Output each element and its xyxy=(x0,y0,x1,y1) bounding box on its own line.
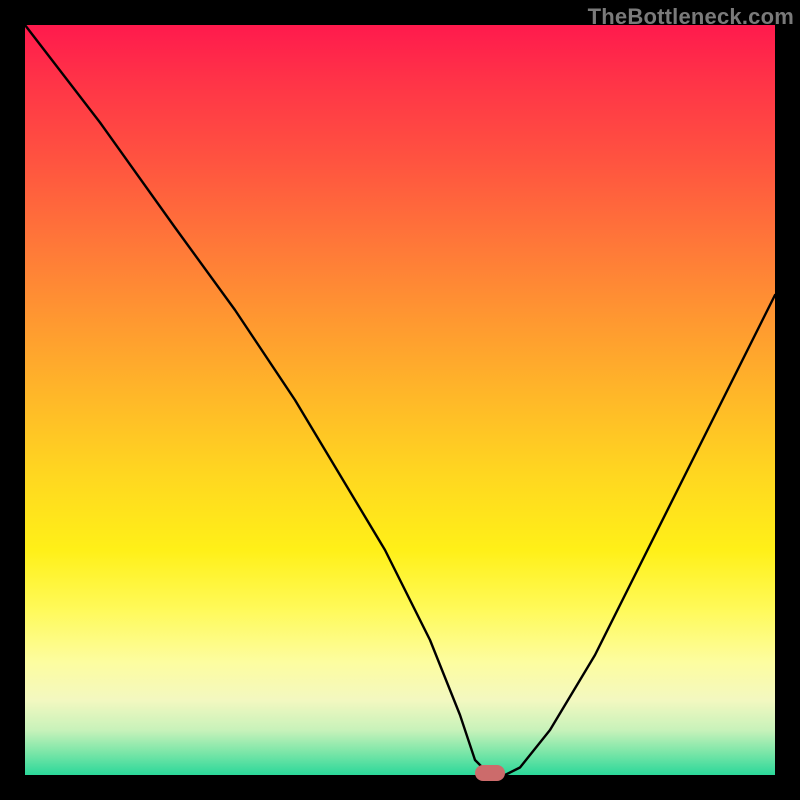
optimum-marker xyxy=(475,765,505,781)
chart-frame: TheBottleneck.com xyxy=(0,0,800,800)
plot-area xyxy=(25,25,775,775)
bottleneck-line xyxy=(25,25,775,775)
